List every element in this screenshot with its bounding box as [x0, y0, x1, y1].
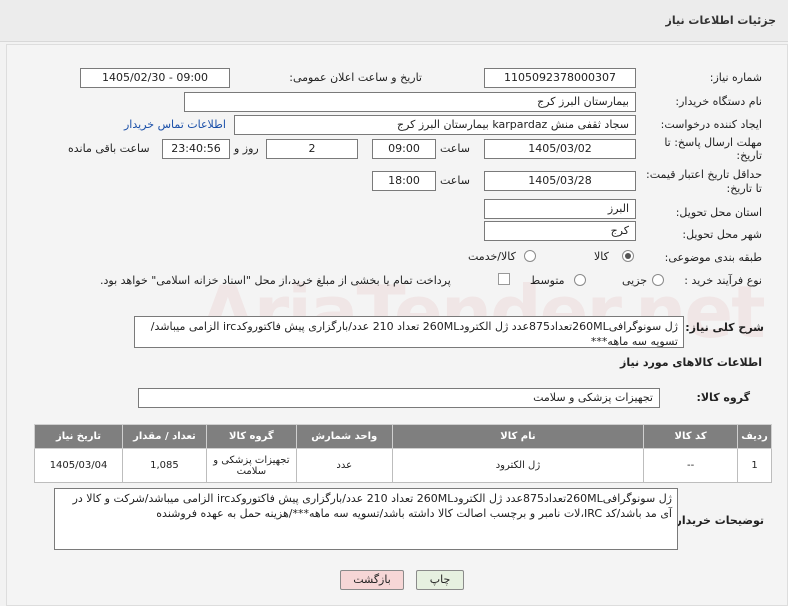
creator-field: سجاد ثقفی منش karpardaz بیمارستان البرز … — [234, 115, 636, 135]
buyer-contact-link[interactable]: اطلاعات تماس خریدار — [124, 118, 226, 131]
col-header-row-number: ردیف — [737, 424, 772, 449]
province-label: استان محل تحویل: — [675, 206, 762, 219]
group-label: گروه کالا: — [696, 391, 750, 404]
table-row: 1 -- ژل الکترود عدد تجهیزات پزشکی و سلام… — [33, 448, 772, 483]
col-header-item-code: کد کالا — [643, 424, 739, 449]
treasury-text: پرداخت تمام یا بخشی از مبلغ خرید،از محل … — [100, 274, 451, 287]
col-header-group: گروه کالا — [205, 424, 297, 449]
cell-item-code: -- — [643, 448, 739, 483]
summary-text: ژل سونوگرافی260MLتعداد875عدد ژل الکترود2… — [134, 316, 684, 348]
category-goods-label: کالا — [594, 250, 609, 263]
cell-need-date: 1405/03/04 — [33, 448, 124, 483]
category-goods-service-radio[interactable] — [524, 250, 536, 262]
back-button[interactable]: بازگشت — [340, 570, 404, 590]
process-partial-radio[interactable] — [652, 274, 664, 286]
process-label: نوع فرآیند خرید : — [684, 274, 762, 287]
price-validity-time-field: 18:00 — [372, 171, 436, 191]
buyer-org-label: نام دستگاه خریدار: — [675, 95, 762, 108]
col-header-need-date: تاریخ نیاز — [33, 424, 124, 449]
process-partial-label: جزیی — [622, 274, 648, 287]
deadline-days-label: روز و — [234, 142, 259, 155]
remaining-label: ساعت باقی مانده — [68, 142, 150, 155]
summary-label: شرح کلی نیاز: — [685, 321, 764, 334]
creator-label: ایجاد کننده درخواست: — [660, 118, 762, 131]
table-header-row: ردیف کد کالا نام کالا واحد شمارش گروه کا… — [33, 424, 772, 449]
category-goods-radio[interactable] — [622, 250, 634, 262]
title-bar: جزئیات اطلاعات نیاز — [0, 0, 788, 42]
category-label: طبقه بندی موضوعی: — [664, 251, 762, 264]
page-title: جزئیات اطلاعات نیاز — [665, 14, 777, 27]
cell-unit: عدد — [295, 448, 393, 483]
deadline-days-field: 2 — [266, 139, 358, 159]
cell-row-number: 1 — [737, 448, 772, 483]
category-goods-service-label: کالا/خدمت — [468, 250, 516, 263]
announce-field: 1405/02/30 - 09:00 — [80, 68, 230, 88]
buyer-notes-text: ژل سونوگرافی260MLتعداد875عدد ژل الکترود2… — [54, 488, 678, 550]
treasury-checkbox[interactable] — [498, 273, 510, 285]
col-header-quantity: تعداد / مقدار — [122, 424, 207, 449]
need-number-label: شماره نیاز: — [709, 71, 762, 84]
cell-item-name: ژل الکترود — [391, 448, 645, 483]
province-field: البرز — [484, 199, 636, 219]
price-validity-label-date: تا تاریخ: — [726, 182, 762, 195]
deadline-label-date: تاریخ: — [736, 149, 762, 162]
price-validity-date-field: 1405/03/28 — [484, 171, 636, 191]
process-medium-radio[interactable] — [574, 274, 586, 286]
deadline-time-field: 09:00 — [372, 139, 436, 159]
deadline-date-field: 1405/03/02 — [484, 139, 636, 159]
items-table: ردیف کد کالا نام کالا واحد شمارش گروه کا… — [33, 424, 772, 483]
items-section-title: اطلاعات کالاهای مورد نیاز — [620, 356, 762, 369]
buyer-notes-label: توضیحات خریدار: — [671, 514, 764, 527]
buyer-org-field: بیمارستان البرز کرج — [184, 92, 636, 112]
cell-group: تجهیزات پزشکی و سلامت — [205, 448, 297, 483]
col-header-unit: واحد شمارش — [295, 424, 393, 449]
price-validity-time-label: ساعت — [440, 174, 470, 187]
col-header-item-name: نام کالا — [391, 424, 645, 449]
city-label: شهر محل تحویل: — [682, 228, 762, 241]
group-field: تجهیزات پزشکی و سلامت — [138, 388, 660, 408]
city-field: کرج — [484, 221, 636, 241]
deadline-label: مهلت ارسال پاسخ: تا — [664, 136, 762, 149]
deadline-time-label: ساعت — [440, 142, 470, 155]
cell-quantity: 1,085 — [122, 448, 207, 483]
need-number-field: 1105092378000307 — [484, 68, 636, 88]
process-medium-label: متوسط — [530, 274, 565, 287]
announce-label: تاریخ و ساعت اعلان عمومی: — [289, 71, 422, 84]
price-validity-label: حداقل تاریخ اعتبار قیمت: — [646, 168, 762, 181]
remaining-time-field: 23:40:56 — [162, 139, 230, 159]
print-button[interactable]: چاپ — [416, 570, 464, 590]
